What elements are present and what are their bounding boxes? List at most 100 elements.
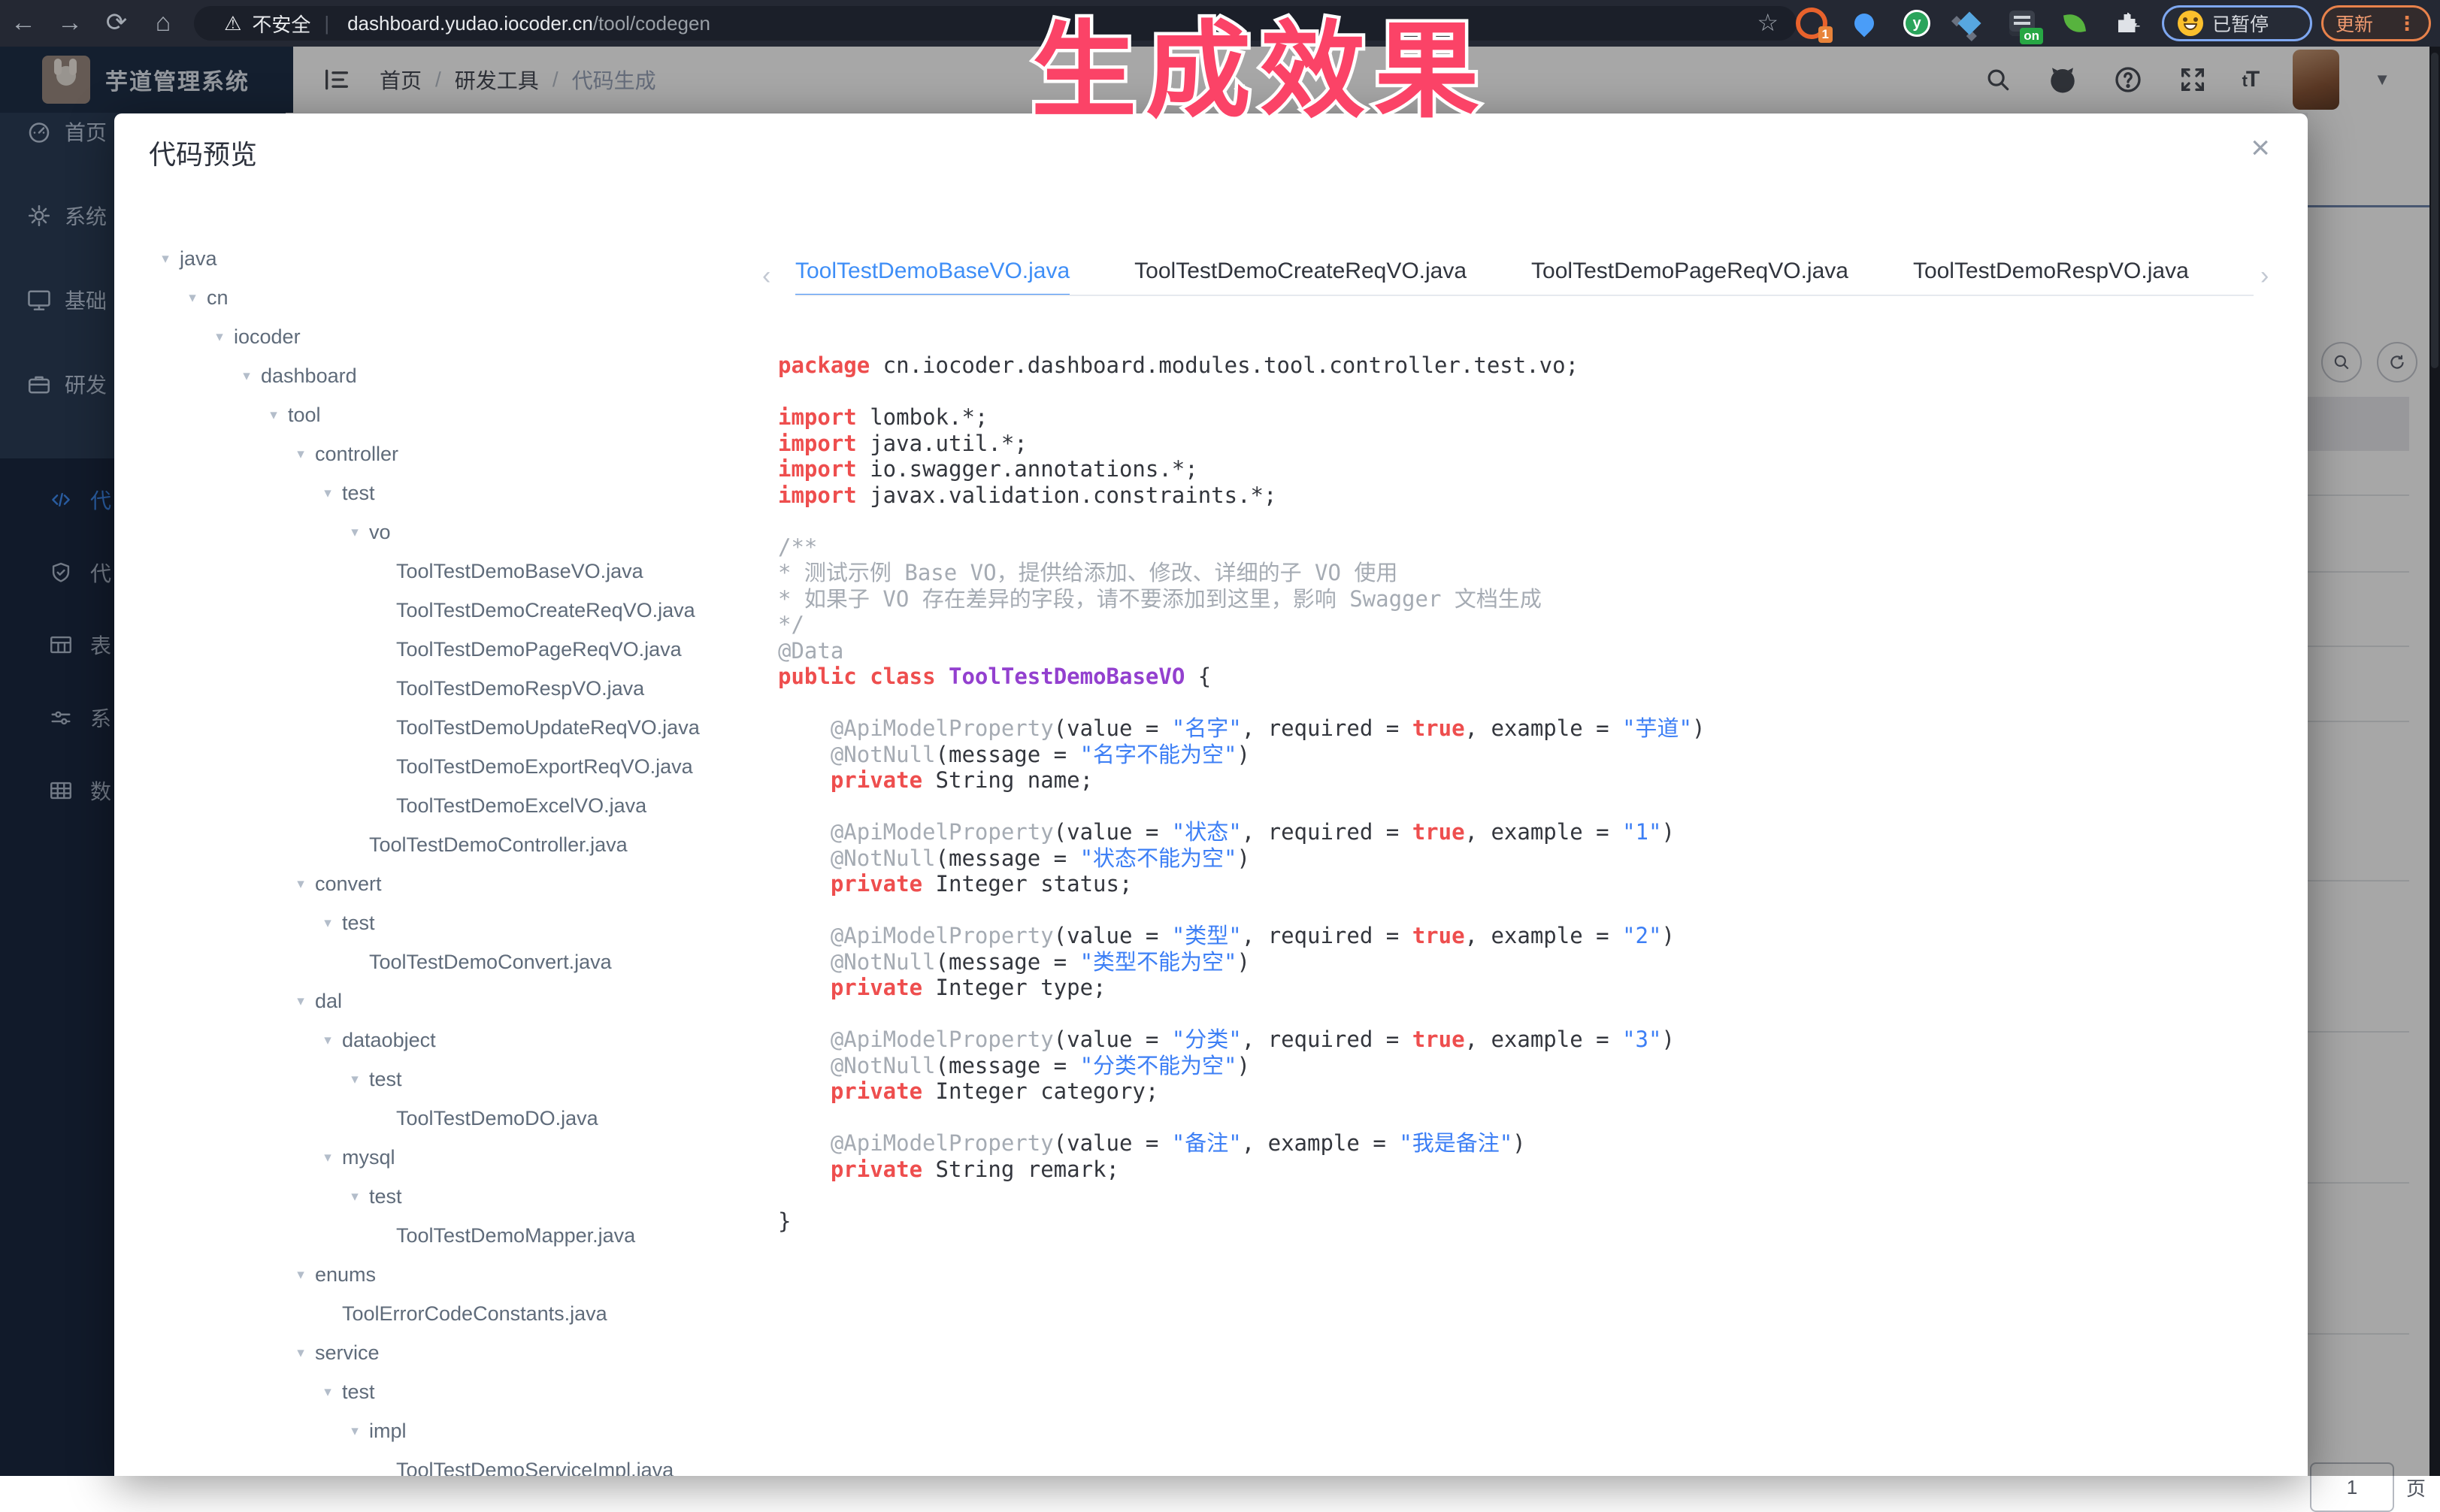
browser-home-icon[interactable]: ⌂ <box>144 0 182 47</box>
security-label[interactable]: 不安全 <box>252 10 310 38</box>
code-tabs: ToolTestDemoBaseVO.java ToolTestDemoCreat… <box>795 259 2254 296</box>
tree-expand-caret-icon[interactable]: ▾ <box>185 289 200 307</box>
tree-file[interactable]: ToolTestDemoPageReqVO.java <box>114 630 761 669</box>
tree-folder[interactable]: ▾dal <box>114 981 761 1021</box>
tree-node-label: enums <box>315 1263 376 1287</box>
tree-expand-caret-icon[interactable]: ▾ <box>347 1188 362 1205</box>
tree-expand-caret-icon[interactable]: ▾ <box>320 1149 335 1166</box>
tree-folder[interactable]: ▾ convert <box>114 864 761 903</box>
extension-leaf[interactable] <box>2058 7 2091 40</box>
tree-file[interactable]: ToolTestDemoUpdateReqVO.java <box>114 708 761 747</box>
tree-folder[interactable]: ▾test <box>114 1177 761 1216</box>
extension-green-circle[interactable]: y <box>1900 7 1933 40</box>
browser-forward-icon[interactable]: → <box>51 0 89 47</box>
tree-expand-caret-icon[interactable]: ▾ <box>293 875 308 893</box>
tree-folder[interactable]: ▾ iocoder <box>114 317 761 356</box>
tree-expand-caret-icon[interactable]: ▾ <box>293 1266 308 1284</box>
code-file-tab[interactable]: ToolTestDemoCreateReqVO.java <box>1134 259 1467 295</box>
code-line: import java.util.*; <box>778 431 2281 457</box>
tree-file[interactable]: ToolTestDemoConvert.java <box>114 942 761 981</box>
code-file-tab[interactable]: ToolTestDemoRespVO.java <box>1913 259 2189 295</box>
tree-file[interactable]: ToolTestDemoMapper.java <box>114 1216 761 1255</box>
code-line: @NotNull(message = "分类不能为空") <box>778 1053 2281 1079</box>
code-file-tab[interactable]: ToolTestDemoBaseVO.java <box>795 259 1070 296</box>
tree-node-label: ToolTestDemoUpdateReqVO.java <box>396 716 700 739</box>
tree-file[interactable]: ToolTestDemoDO.java <box>114 1099 761 1138</box>
code-file-tab[interactable]: ToolTestDemoPageReqVO.java <box>1531 259 1848 295</box>
address-bar[interactable]: ⚠ 不安全 | dashboard.yudao.iocoder.cn/tool/… <box>194 6 1797 41</box>
tree-node-label: convert <box>315 872 382 896</box>
tree-folder[interactable]: ▾service <box>114 1333 761 1372</box>
tree-file[interactable]: ToolTestDemoRespVO.java <box>114 669 761 708</box>
tree-folder[interactable]: ▾tool <box>114 395 761 434</box>
code-tabbar: ‹ ToolTestDemoBaseVO.java ToolTestDemoCre… <box>761 259 2308 298</box>
tree-folder[interactable]: ▾controller <box>114 434 761 473</box>
tree-folder[interactable]: ▾vo <box>114 513 761 552</box>
code-line <box>778 794 2281 820</box>
tree-expand-caret-icon[interactable]: ▾ <box>158 250 173 268</box>
tree-folder[interactable]: ▾dashboard <box>114 356 761 395</box>
extensions-puzzle[interactable] <box>2111 7 2144 40</box>
tree-expand-caret-icon[interactable]: ▾ <box>320 485 335 502</box>
browser-back-icon[interactable]: ← <box>5 0 42 47</box>
paused-chip-label: 已暂停 <box>2212 10 2269 37</box>
browser-update-button[interactable]: 更新 ⋮ <box>2321 5 2431 41</box>
tree-folder[interactable]: ▾test <box>114 903 761 942</box>
tree-expand-caret-icon[interactable]: ▾ <box>293 1344 308 1362</box>
tabs-prev-icon[interactable]: ‹ <box>762 262 770 291</box>
tree-expand-caret-icon[interactable]: ▾ <box>320 1383 335 1401</box>
tree-file[interactable]: ToolTestDemoServiceImpl.java <box>114 1450 761 1476</box>
extension-gem[interactable] <box>1953 7 1986 40</box>
tree-node-label: ToolTestDemoRespVO.java <box>396 677 644 700</box>
tree-expand-caret-icon[interactable]: ▾ <box>347 1423 362 1440</box>
tree-folder[interactable]: ▾cn <box>114 278 761 317</box>
dialog-title: 代码预览 <box>149 133 257 172</box>
tree-file[interactable]: ToolErrorCodeConstants.java <box>114 1294 761 1333</box>
tree-expand-caret-icon[interactable]: ▾ <box>347 524 362 541</box>
code-line: import lombok.*; <box>778 404 2281 431</box>
tree-expand-caret-icon[interactable]: ▾ <box>212 328 227 346</box>
code-line: package cn.iocoder.dashboard.modules.too… <box>778 352 2281 379</box>
tree-folder[interactable]: ▾dataobject <box>114 1021 761 1060</box>
tree-file[interactable]: ToolTestDemoBaseVO.java <box>114 552 761 591</box>
close-icon[interactable]: × <box>2251 132 2270 165</box>
tree-folder[interactable]: ▾ java <box>114 239 761 278</box>
extension-icons: 1 y on <box>1795 7 2144 40</box>
url-host: dashboard.yudao.iocoder.cn <box>347 12 593 35</box>
paused-profile-chip[interactable]: 已暂停 <box>2162 5 2312 41</box>
tree-file[interactable]: ToolTestDemoCreateReqVO.java <box>114 591 761 630</box>
tree-expand-caret-icon[interactable]: ▾ <box>239 367 254 385</box>
tree-node-label: impl <box>369 1420 407 1443</box>
tree-folder[interactable]: ▾mysql <box>114 1138 761 1177</box>
code-line: @NotNull(message = "状态不能为空") <box>778 845 2281 872</box>
tree-node-label: java <box>180 247 217 271</box>
code-line: import javax.validation.constraints.*; <box>778 482 2281 509</box>
code-line <box>778 508 2281 534</box>
tree-folder[interactable]: ▾ test <box>114 1060 761 1099</box>
browser-reload-icon[interactable]: ⟳ <box>98 0 135 47</box>
tree-node-label: test <box>369 1068 402 1091</box>
tree-folder[interactable]: ▾ impl <box>114 1411 761 1450</box>
extension-orange-ring[interactable]: 1 <box>1795 7 1828 40</box>
extension-blue-pin[interactable] <box>1848 7 1881 40</box>
tree-expand-caret-icon[interactable]: ▾ <box>266 407 281 424</box>
tree-expand-caret-icon[interactable]: ▾ <box>293 446 308 463</box>
tree-file[interactable]: ToolTestDemoExcelVO.java <box>114 786 761 825</box>
tree-file[interactable]: ToolTestDemoExportReqVO.java <box>114 747 761 786</box>
tabs-next-icon[interactable]: › <box>2260 262 2269 291</box>
tree-expand-caret-icon[interactable]: ▾ <box>320 915 335 932</box>
tree-node-label: iocoder <box>234 325 301 349</box>
tree-folder[interactable]: ▾ enums <box>114 1255 761 1294</box>
tree-file[interactable]: ToolTestDemoController.java <box>114 825 761 864</box>
tree-expand-caret-icon[interactable]: ▾ <box>320 1032 335 1049</box>
bookmark-star-icon[interactable]: ☆ <box>1757 0 1779 45</box>
tree-expand-caret-icon[interactable]: ▾ <box>347 1071 362 1088</box>
tree-expand-caret-icon[interactable]: ▾ <box>293 993 308 1010</box>
browser-menu-icon[interactable]: ⋮ <box>2397 12 2417 35</box>
extension-script[interactable]: on <box>2006 7 2039 40</box>
tree-folder[interactable]: ▾test <box>114 1372 761 1411</box>
tree-folder[interactable]: ▾test <box>114 473 761 513</box>
file-tree: ▾java▾cn▾iocoder▾dashboard▾tool▾controll… <box>114 239 761 1476</box>
code-line <box>778 379 2281 405</box>
code-line: private Integer category; <box>778 1078 2281 1105</box>
